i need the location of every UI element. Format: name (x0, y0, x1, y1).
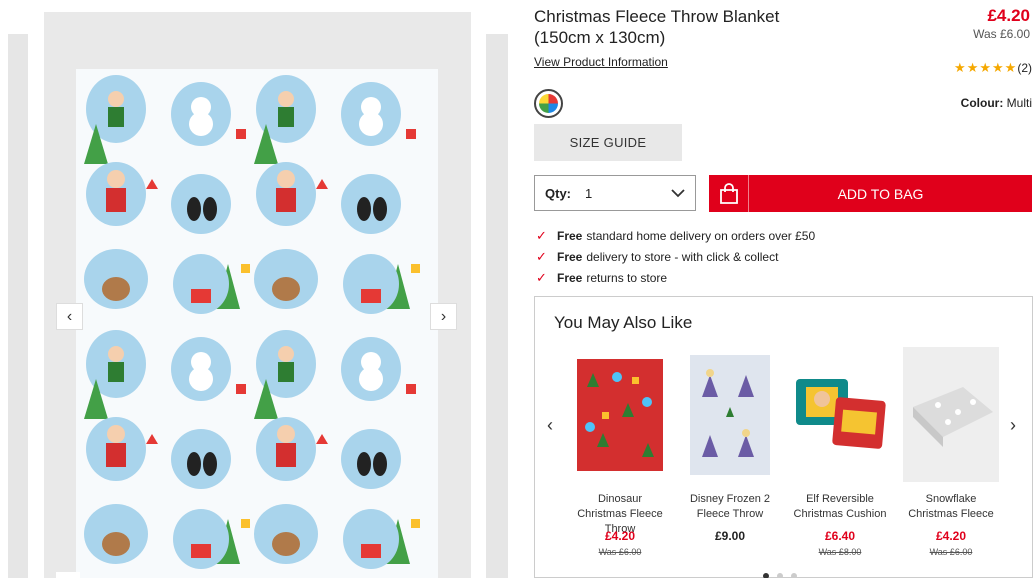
rating-count: (2) (1017, 61, 1032, 75)
carousel-dot[interactable] (791, 573, 797, 578)
star-icon: ★ (954, 60, 966, 75)
carousel-next-button[interactable]: › (1010, 415, 1016, 436)
recommended-product-card[interactable]: Dinosaur Christmas Fleece Throw £4.20 Wa… (572, 347, 668, 557)
colour-label: Colour: (960, 96, 1004, 110)
recommended-product-card[interactable]: Disney Frozen 2 Fleece Throw £9.00 (682, 347, 778, 547)
benefit-item: ✓ Free standard home delivery on orders ov… (536, 225, 815, 246)
checkmark-icon: ✓ (536, 248, 547, 264)
star-icon: ★ (992, 60, 1004, 75)
benefit-text: returns to store (586, 270, 668, 285)
product-was-price: Was £8.00 (818, 547, 862, 557)
product-thumbnail[interactable] (903, 347, 999, 482)
colour-swatch-multi[interactable] (534, 89, 563, 118)
add-to-bag-button[interactable]: ADD TO BAG (709, 175, 1032, 212)
product-thumbnail[interactable] (572, 347, 668, 482)
benefit-text: delivery to store - with click & collect (586, 249, 779, 264)
product-title: Christmas Fleece Throw Blanket (150cm x … (534, 7, 780, 47)
product-image (76, 69, 438, 578)
benefit-item: ✓ Free delivery to store - with click & co… (536, 246, 815, 267)
multicolour-swatch-icon (539, 94, 558, 113)
product-price: £9.00 (714, 529, 746, 543)
product-name[interactable]: Disney Frozen 2 Fleece Throw (682, 492, 778, 522)
chevron-down-icon (671, 185, 685, 201)
delivery-benefits-list: ✓ Free standard home delivery on orders ov… (536, 225, 815, 288)
you-may-also-like-title: You May Also Like (554, 313, 693, 332)
star-icon: ★ (966, 60, 979, 75)
benefit-item: ✓ Free returns to store (536, 267, 815, 288)
chevron-right-icon: › (440, 307, 447, 325)
checkmark-icon: ✓ (536, 269, 547, 285)
product-price: £4.20 (604, 529, 636, 543)
product-rating[interactable]: ★ ★ ★ ★ ★ (2) (954, 60, 1032, 76)
carousel-previous-button[interactable]: ‹ (547, 415, 553, 436)
gallery-next-button[interactable]: › (430, 303, 457, 330)
carousel-dot[interactable] (763, 573, 769, 578)
chevron-left-icon: ‹ (66, 307, 73, 325)
product-was-price: Was £6.00 (598, 547, 642, 557)
recommended-product-card[interactable]: Snowflake Christmas Fleece £4.20 Was £6.… (903, 347, 999, 557)
star-icon: ★ (1004, 60, 1017, 75)
product-thumbnail[interactable] (792, 347, 888, 482)
gallery-previous-button[interactable]: ‹ (56, 303, 83, 330)
product-page: ‹ › Christmas Fleece Throw Blanket (150c… (0, 0, 1034, 578)
carousel-pagination (763, 573, 797, 578)
benefit-strong: Free (557, 249, 583, 264)
benefit-strong: Free (557, 270, 583, 285)
gallery-indicator[interactable] (56, 572, 80, 578)
next-image-preview[interactable] (486, 34, 508, 578)
chevron-left-icon: ‹ (547, 415, 553, 435)
previous-image-preview[interactable] (8, 34, 28, 578)
benefit-strong: Free (557, 228, 583, 243)
product-name[interactable]: Elf Reversible Christmas Cushion (792, 492, 888, 522)
shopping-bag-icon (709, 175, 749, 212)
colour-value: Multi (1006, 96, 1032, 110)
product-price: £4.20 (987, 6, 1030, 25)
qty-value: 1 (585, 185, 593, 201)
add-to-bag-label: ADD TO BAG (837, 185, 924, 202)
carousel-dot[interactable] (777, 573, 783, 578)
quantity-select[interactable]: Qty: 1 (534, 175, 696, 211)
view-product-information-link[interactable]: View Product Information (534, 55, 668, 69)
size-guide-button[interactable]: SIZE GUIDE (534, 124, 682, 161)
colour-selection: Colour: Multi (961, 96, 1032, 110)
qty-label: Qty: (545, 185, 571, 201)
you-may-also-like-panel: You May Also Like ‹ › Dinosaur Christmas… (534, 296, 1033, 578)
checkmark-icon: ✓ (536, 227, 547, 243)
product-image-gallery (44, 12, 471, 578)
product-price: £4.20 (935, 529, 967, 543)
was-price: Was £6.00 (973, 27, 1030, 41)
product-name[interactable]: Snowflake Christmas Fleece (903, 492, 999, 522)
benefit-text: standard home delivery on orders over £5… (586, 228, 816, 243)
product-price: £6.40 (824, 529, 856, 543)
star-icon: ★ (979, 60, 992, 75)
recommended-product-card[interactable]: Elf Reversible Christmas Cushion £6.40 W… (792, 347, 888, 557)
product-was-price: Was £6.00 (929, 547, 973, 557)
product-thumbnail[interactable] (682, 347, 778, 482)
chevron-right-icon: › (1010, 415, 1016, 435)
product-name[interactable]: Dinosaur Christmas Fleece Throw (572, 492, 668, 535)
